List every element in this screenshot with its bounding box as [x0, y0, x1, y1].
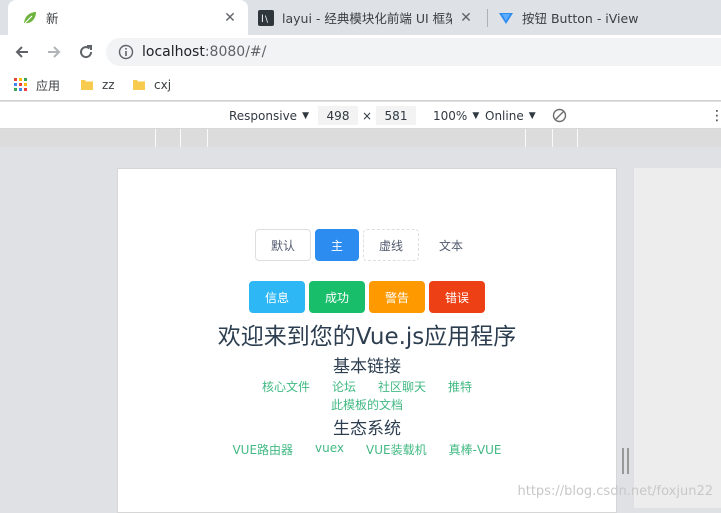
info-icon[interactable] — [118, 44, 134, 60]
forward-button[interactable] — [42, 40, 66, 64]
url-path: :8080/#/ — [204, 44, 267, 60]
reload-button[interactable] — [74, 40, 98, 64]
media-query-ruler — [0, 129, 721, 147]
url-host: localhost — [142, 44, 205, 60]
apps-grid-icon — [14, 78, 28, 92]
more-menu-icon[interactable]: ⋮ — [710, 102, 721, 129]
primary-button[interactable]: 主 — [314, 229, 359, 261]
viewport-width-input[interactable]: 498 — [318, 106, 358, 125]
page-viewport: 默认 主 虚线 文本 信息 成功 警告 错误 欢迎来到您的Vue.js应用程序 … — [117, 168, 617, 513]
spring-leaf-icon — [22, 10, 38, 26]
dimension-times: × — [362, 108, 373, 123]
network-label: Online — [485, 108, 524, 123]
link-template-docs[interactable]: 此模板的文档 — [331, 396, 403, 413]
network-throttle-select[interactable]: Online ▼ — [485, 102, 536, 129]
bookmark-apps[interactable]: 应用 — [14, 76, 60, 94]
tab-strip: 新 ✕ l \ layui - 经典模块化前端 UI 框架 ✕ 按钮 Button… — [0, 0, 721, 35]
device-toolbar: Responsive ▼ 498 × 581 100% ▼ Online ▼ ⋮ — [0, 102, 721, 129]
device-mode-select[interactable]: Responsive ▼ — [229, 102, 309, 129]
zoom-label: 100% — [433, 108, 468, 123]
tab-iview[interactable]: 按钮 Button - iView — [488, 0, 708, 35]
tab-title: 按钮 Button - iView — [522, 11, 639, 26]
basic-links: 核心文件 论坛 社区聊天 推特 — [118, 378, 616, 395]
folder-icon — [132, 78, 146, 92]
forward-arrow-icon — [48, 46, 61, 58]
page-title: 欢迎来到您的Vue.js应用程序 — [217, 324, 517, 350]
dropdown-arrow-icon: ▼ — [472, 110, 480, 121]
button-row-status: 信息 成功 警告 错误 — [118, 281, 616, 313]
link-core-docs[interactable]: 核心文件 — [262, 378, 310, 395]
link-vuex[interactable]: vuex — [315, 441, 344, 458]
close-icon[interactable]: ✕ — [222, 10, 238, 26]
dashed-button[interactable]: 虚线 — [363, 229, 420, 261]
success-button[interactable]: 成功 — [308, 281, 365, 313]
link-awesome-vue[interactable]: 真棒-VUE — [449, 441, 502, 458]
folder-icon — [80, 78, 94, 92]
link-vue-router[interactable]: VUE路由器 — [232, 441, 293, 458]
address-bar[interactable]: localhost:8080/#/ — [106, 38, 721, 66]
bookmark-label: zz — [102, 78, 115, 92]
url-text: localhost:8080/#/ — [142, 44, 266, 60]
viewport-height-input[interactable]: 581 — [376, 106, 416, 125]
section-heading-basic: 基本链接 — [333, 357, 401, 377]
bookmarks-bar: 应用 zz cxj — [0, 69, 721, 101]
browser-toolbar: localhost:8080/#/ — [0, 35, 721, 69]
watermark-text: https://blog.csdn.net/foxjun22 — [517, 484, 713, 499]
layui-icon: l \ — [258, 9, 274, 26]
tab-title: layui - 经典模块化前端 UI 框架 — [282, 11, 452, 26]
tab-new[interactable]: 新 ✕ — [8, 0, 248, 35]
bookmark-label: 应用 — [36, 78, 61, 93]
default-button[interactable]: 默认 — [254, 229, 311, 261]
error-button[interactable]: 错误 — [429, 281, 486, 313]
link-forum[interactable]: 论坛 — [332, 378, 356, 395]
bookmark-cxj[interactable]: cxj — [132, 76, 171, 94]
resize-handle[interactable] — [622, 448, 629, 474]
tab-layui[interactable]: l \ layui - 经典模块化前端 UI 框架 ✕ — [248, 0, 484, 35]
iview-icon — [498, 10, 514, 26]
info-button[interactable]: 信息 — [248, 281, 305, 313]
viewport-shadow-area — [634, 168, 721, 508]
rotate-icon — [552, 108, 567, 123]
ecosystem-links: VUE路由器 vuex VUE装载机 真棒-VUE — [118, 441, 616, 458]
dropdown-arrow-icon: ▼ — [528, 110, 536, 121]
link-twitter[interactable]: 推特 — [448, 378, 472, 395]
svg-text:l: l — [261, 14, 264, 25]
reload-icon — [80, 45, 93, 59]
text-button[interactable]: 文本 — [423, 229, 479, 261]
zoom-select[interactable]: 100% ▼ — [433, 102, 479, 129]
button-row-basic: 默认 主 虚线 文本 — [118, 229, 616, 261]
rotate-button[interactable] — [552, 102, 567, 129]
back-arrow-icon — [15, 46, 28, 58]
bookmark-label: cxj — [154, 78, 172, 92]
tab-title: 新 — [46, 11, 59, 26]
link-community-chat[interactable]: 社区聊天 — [378, 378, 426, 395]
dropdown-arrow-icon: ▼ — [302, 110, 309, 121]
device-mode-label: Responsive — [229, 108, 298, 123]
warning-button[interactable]: 警告 — [369, 281, 426, 313]
bookmark-zz[interactable]: zz — [80, 76, 115, 94]
back-button[interactable] — [10, 40, 34, 64]
section-heading-ecosystem: 生态系统 — [333, 419, 401, 439]
basic-links-2: 此模板的文档 — [118, 396, 616, 413]
close-icon[interactable]: ✕ — [458, 10, 474, 26]
link-vue-loader[interactable]: VUE装载机 — [366, 441, 427, 458]
